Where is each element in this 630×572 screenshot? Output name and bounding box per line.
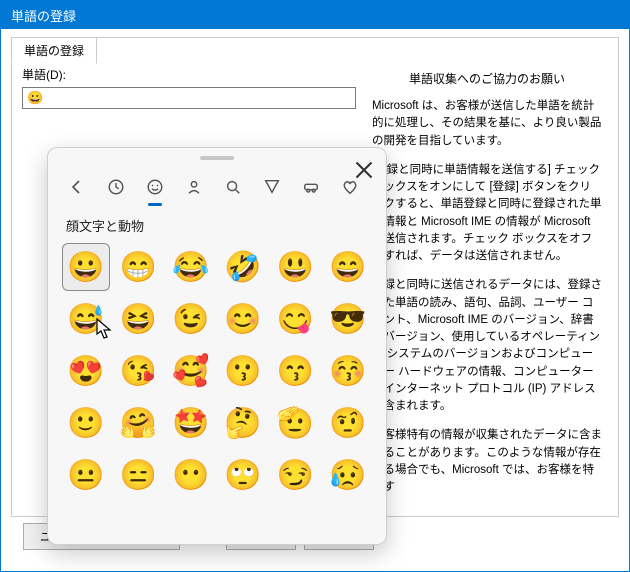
emoji-cell[interactable]: 😚 <box>324 347 372 395</box>
emoji-cell[interactable]: 😀 <box>62 243 110 291</box>
right-p3: 登録と同時に送信されるデータには、登録された単語の読み、語句、品詞、ユーザー コ… <box>372 277 602 415</box>
picker-section-title: 顔文字と動物 <box>48 202 386 243</box>
smiley-tab-icon[interactable] <box>140 172 170 202</box>
emoji-cell[interactable]: 😥 <box>324 451 372 499</box>
emoji-cell[interactable]: 😆 <box>114 295 162 343</box>
back-icon[interactable] <box>62 172 92 202</box>
transport-tab-icon[interactable] <box>296 172 326 202</box>
emoji-cell[interactable]: 🤨 <box>324 399 372 447</box>
people-tab-icon[interactable] <box>179 172 209 202</box>
emoji-picker-popup: 顔文字と動物 😀😁😂🤣😃😄 😅😆😉😊😋😎 😍😘🥰😗😙😚 🙂🤗🤩🤔🫡🤨 😐😑😶🙄😏😥 <box>47 147 387 545</box>
word-input-value: 😀 <box>27 90 43 105</box>
emoji-cell[interactable]: 🤩 <box>167 399 215 447</box>
emoji-cell[interactable]: 🫡 <box>271 399 319 447</box>
emoji-cell[interactable]: 😑 <box>114 451 162 499</box>
emoji-cell[interactable]: 😶 <box>167 451 215 499</box>
picker-tabs <box>48 164 386 202</box>
window-titlebar: 単語の登録 <box>1 1 629 29</box>
window-title: 単語の登録 <box>11 9 76 24</box>
emoji-cell[interactable]: 😐 <box>62 451 110 499</box>
emoji-cell[interactable]: 😋 <box>271 295 319 343</box>
right-p1: Microsoft は、お客様が送信した単語を統計的に処理し、その結果を基に、よ… <box>372 98 602 150</box>
heart-tab-icon[interactable] <box>335 172 365 202</box>
emoji-scroll[interactable]: 😀😁😂🤣😃😄 😅😆😉😊😋😎 😍😘🥰😗😙😚 🙂🤗🤩🤔🫡🤨 😐😑😶🙄😏😥 <box>48 243 386 544</box>
emoji-cell[interactable]: 😃 <box>271 243 319 291</box>
emoji-cell[interactable]: 😍 <box>62 347 110 395</box>
word-input[interactable]: 😀 <box>22 87 356 109</box>
tab-label: 単語の登録 <box>24 44 84 58</box>
tab-word-register[interactable]: 単語の登録 <box>11 37 97 64</box>
food-tab-icon[interactable] <box>257 172 287 202</box>
emoji-cell[interactable]: 🤗 <box>114 399 162 447</box>
right-title: 単語収集へのご協力のお願い <box>372 70 602 88</box>
emoji-grid: 😀😁😂🤣😃😄 😅😆😉😊😋😎 😍😘🥰😗😙😚 🙂🤗🤩🤔🫡🤨 😐😑😶🙄😏😥 <box>62 243 372 499</box>
recent-tab-icon[interactable] <box>101 172 131 202</box>
emoji-cell[interactable]: 😗 <box>219 347 267 395</box>
emoji-cell[interactable]: 🤔 <box>219 399 267 447</box>
emoji-cell[interactable]: 😘 <box>114 347 162 395</box>
right-column: 単語収集へのご協力のお願い Microsoft は、お客様が送信した単語を統計的… <box>366 66 608 508</box>
word-register-window: 単語の登録 単語の登録 単語(D): 😀 単語収集へのご協力のお願い Micro… <box>0 0 630 572</box>
search-icon[interactable] <box>218 172 248 202</box>
word-label: 単語(D): <box>22 66 356 83</box>
emoji-cell[interactable]: 😄 <box>324 243 372 291</box>
emoji-cell[interactable]: 😙 <box>271 347 319 395</box>
emoji-cell[interactable]: 🙄 <box>219 451 267 499</box>
emoji-cell[interactable]: 🤣 <box>219 243 267 291</box>
right-p2: [登録と同時に単語情報を送信する] チェック ボックスをオンにして [登録] ボ… <box>372 162 602 266</box>
emoji-cell[interactable]: 😉 <box>167 295 215 343</box>
emoji-cell[interactable]: 😂 <box>167 243 215 291</box>
emoji-cell[interactable]: 😎 <box>324 295 372 343</box>
emoji-cell[interactable]: 🙂 <box>62 399 110 447</box>
emoji-cell[interactable]: 😅 <box>62 295 110 343</box>
emoji-cell[interactable]: 😁 <box>114 243 162 291</box>
picker-drag-handle[interactable] <box>200 156 234 160</box>
emoji-cell[interactable]: 🥰 <box>167 347 215 395</box>
emoji-cell[interactable]: 😊 <box>219 295 267 343</box>
client-area: 単語の登録 単語(D): 😀 単語収集へのご協力のお願い Microsoft は… <box>1 29 629 571</box>
right-p4: お客様特有の情報が収集されたデータに含まれることがあります。このような情報が存在… <box>372 427 602 496</box>
emoji-cell[interactable]: 😏 <box>271 451 319 499</box>
